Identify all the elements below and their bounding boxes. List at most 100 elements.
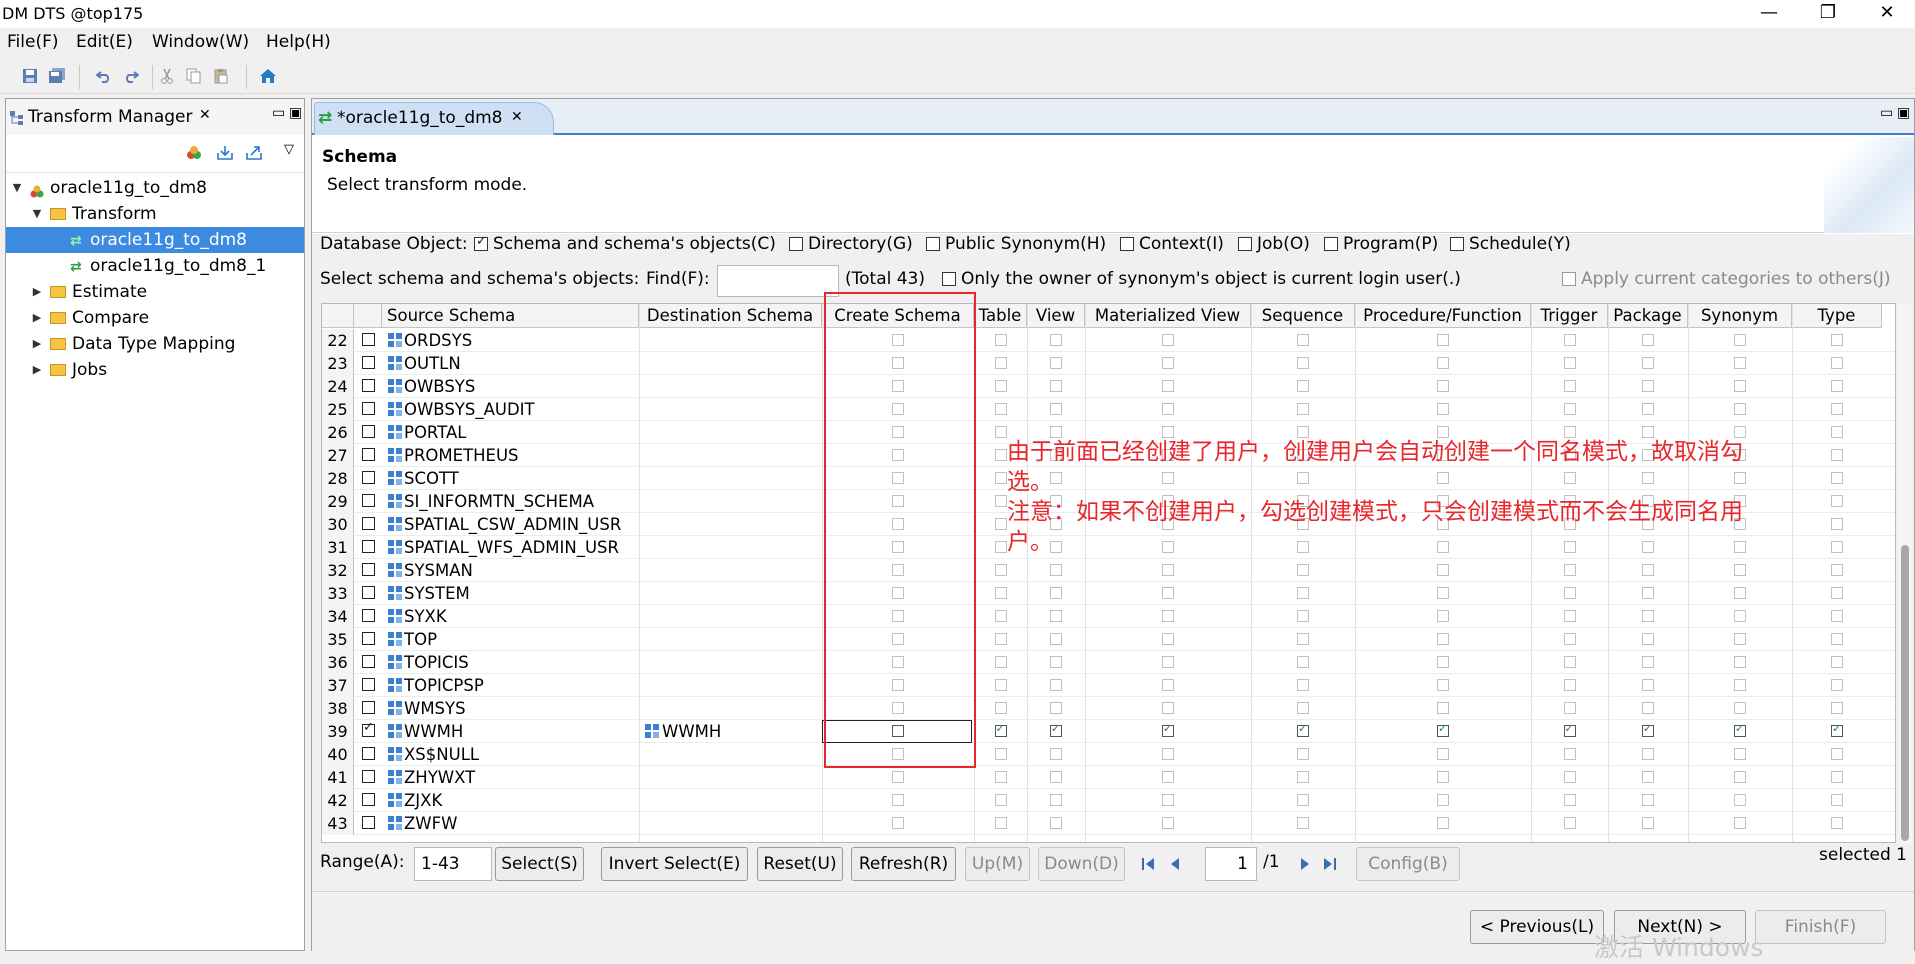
table-row[interactable]: 34 SYXK [322, 605, 1895, 628]
row-select-checkbox[interactable] [362, 471, 375, 484]
row-select-checkbox[interactable] [362, 609, 375, 622]
cell-checkbox[interactable] [1162, 633, 1174, 645]
cell-checkbox[interactable] [1437, 679, 1449, 691]
checkbox[interactable] [474, 234, 488, 251]
cell-checkbox[interactable] [1297, 564, 1309, 576]
cell-checkbox[interactable] [994, 656, 1007, 668]
undo-icon[interactable] [93, 65, 115, 87]
cell-checkbox[interactable] [1050, 403, 1062, 415]
row-select-checkbox[interactable] [362, 632, 375, 645]
cell-checkbox[interactable] [1297, 679, 1309, 691]
editor-tab[interactable]: ⇄ *oracle11g_to_dm8 ✕ [314, 102, 554, 135]
cell-checkbox[interactable] [1734, 771, 1746, 783]
cell-checkbox[interactable] [1050, 587, 1062, 599]
cell-checkbox[interactable] [1563, 357, 1576, 369]
cell-checkbox[interactable] [1831, 771, 1843, 783]
cell-checkbox[interactable] [1050, 722, 1062, 737]
cell-checkbox[interactable] [1437, 722, 1449, 737]
tree-item-project[interactable]: ▼ oracle11g_to_dm8 [6, 175, 304, 201]
option-schedule[interactable]: Schedule(Y) [1450, 234, 1571, 254]
table-row[interactable]: 24 OWBSYS [322, 375, 1895, 398]
scrollbar-thumb[interactable] [1901, 545, 1909, 841]
cell-checkbox[interactable] [994, 817, 1007, 829]
apply-categories-option[interactable]: Apply current categories to others(J) [1562, 269, 1891, 289]
table-row[interactable]: 41 ZHYWXT [322, 766, 1895, 789]
export-icon[interactable] [245, 145, 263, 166]
home-icon[interactable] [257, 65, 279, 87]
cell-checkbox[interactable] [1563, 334, 1576, 346]
cell-checkbox[interactable] [1563, 587, 1576, 599]
cell-checkbox[interactable] [1162, 817, 1174, 829]
copy-icon[interactable] [183, 65, 205, 87]
column-header[interactable]: Procedure/Function [1355, 304, 1531, 328]
cell-checkbox[interactable] [994, 794, 1007, 806]
row-select-checkbox[interactable] [362, 494, 375, 507]
cell-checkbox[interactable] [1297, 794, 1309, 806]
checkbox[interactable] [789, 237, 803, 251]
cell-checkbox[interactable] [1050, 610, 1062, 622]
cell-checkbox[interactable] [1297, 771, 1309, 783]
cell-checkbox[interactable] [1642, 722, 1654, 737]
cell-checkbox[interactable] [994, 771, 1007, 783]
cell-checkbox[interactable] [994, 403, 1007, 415]
select-button[interactable]: Select(S) [495, 847, 584, 881]
cell-checkbox[interactable] [1162, 610, 1174, 622]
close-button[interactable]: ✕ [1867, 2, 1907, 26]
cell-checkbox[interactable] [994, 587, 1007, 599]
cell-checkbox[interactable] [994, 472, 1007, 484]
tree-item-compare[interactable]: ▶ Compare [6, 305, 304, 331]
menu-window[interactable]: Window(W) [152, 32, 249, 52]
option-public-synonym[interactable]: Public Synonym(H) [926, 234, 1106, 254]
row-select-checkbox[interactable] [362, 586, 375, 599]
option-context[interactable]: Context(I) [1120, 234, 1224, 254]
expand-chevron-icon[interactable]: ▼ [10, 175, 24, 201]
row-select-checkbox[interactable] [362, 356, 375, 369]
save-icon[interactable] [19, 65, 41, 87]
cell-checkbox[interactable] [1297, 817, 1309, 829]
row-select-checkbox[interactable] [362, 816, 375, 829]
collapse-chevron-icon[interactable]: ▶ [30, 357, 44, 383]
cell-checkbox[interactable] [1050, 702, 1062, 714]
cell-checkbox[interactable] [1162, 702, 1174, 714]
column-header[interactable]: Destination Schema [639, 304, 822, 328]
cell-checkbox[interactable] [1297, 334, 1309, 346]
maximize-view-icon[interactable]: ▣ [289, 105, 302, 121]
cell-checkbox[interactable] [1831, 679, 1843, 691]
row-select-checkbox[interactable] [362, 701, 375, 714]
option-schema-objects[interactable]: Schema and schema's objects(C) [474, 234, 776, 254]
finish-button[interactable]: Finish(F) [1755, 910, 1886, 944]
cell-checkbox[interactable] [1642, 564, 1654, 576]
menu-file[interactable]: File(F) [7, 32, 59, 52]
table-row[interactable]: 23 OUTLN [322, 352, 1895, 375]
option-directory[interactable]: Directory(G) [789, 234, 913, 254]
cell-checkbox[interactable] [994, 334, 1007, 346]
cell-checkbox[interactable] [1642, 334, 1654, 346]
cell-checkbox[interactable] [1297, 702, 1309, 714]
refresh-button[interactable]: Refresh(R) [851, 847, 956, 881]
cell-checkbox[interactable] [1831, 564, 1843, 576]
table-row[interactable]: 25 OWBSYS_AUDIT [322, 398, 1895, 421]
cell-checkbox[interactable] [1437, 748, 1449, 760]
cell-checkbox[interactable] [1642, 403, 1654, 415]
table-row[interactable]: 33 SYSTEM [322, 582, 1895, 605]
cell-checkbox[interactable] [1437, 587, 1449, 599]
tree-item-data-type-mapping[interactable]: ▶ Data Type Mapping [6, 331, 304, 357]
row-select-checkbox[interactable] [362, 333, 375, 346]
row-select-checkbox[interactable] [362, 517, 375, 530]
row-select-checkbox[interactable] [362, 425, 375, 438]
row-select-checkbox[interactable] [362, 379, 375, 392]
checkbox[interactable] [942, 272, 956, 286]
cell-checkbox[interactable] [1162, 794, 1174, 806]
cell-checkbox[interactable] [994, 380, 1007, 392]
find-input[interactable] [717, 265, 839, 297]
cell-checkbox[interactable] [1734, 403, 1746, 415]
table-row[interactable]: 42 ZJXK [322, 789, 1895, 812]
cell-checkbox[interactable] [1642, 380, 1654, 392]
previous-page-icon[interactable] [1170, 855, 1180, 875]
cell-checkbox[interactable] [1642, 794, 1654, 806]
cell-checkbox[interactable] [1563, 633, 1576, 645]
cell-checkbox[interactable] [1437, 334, 1449, 346]
cell-checkbox[interactable] [1831, 794, 1843, 806]
cell-checkbox[interactable] [1297, 587, 1309, 599]
cell-checkbox[interactable] [1563, 564, 1576, 576]
